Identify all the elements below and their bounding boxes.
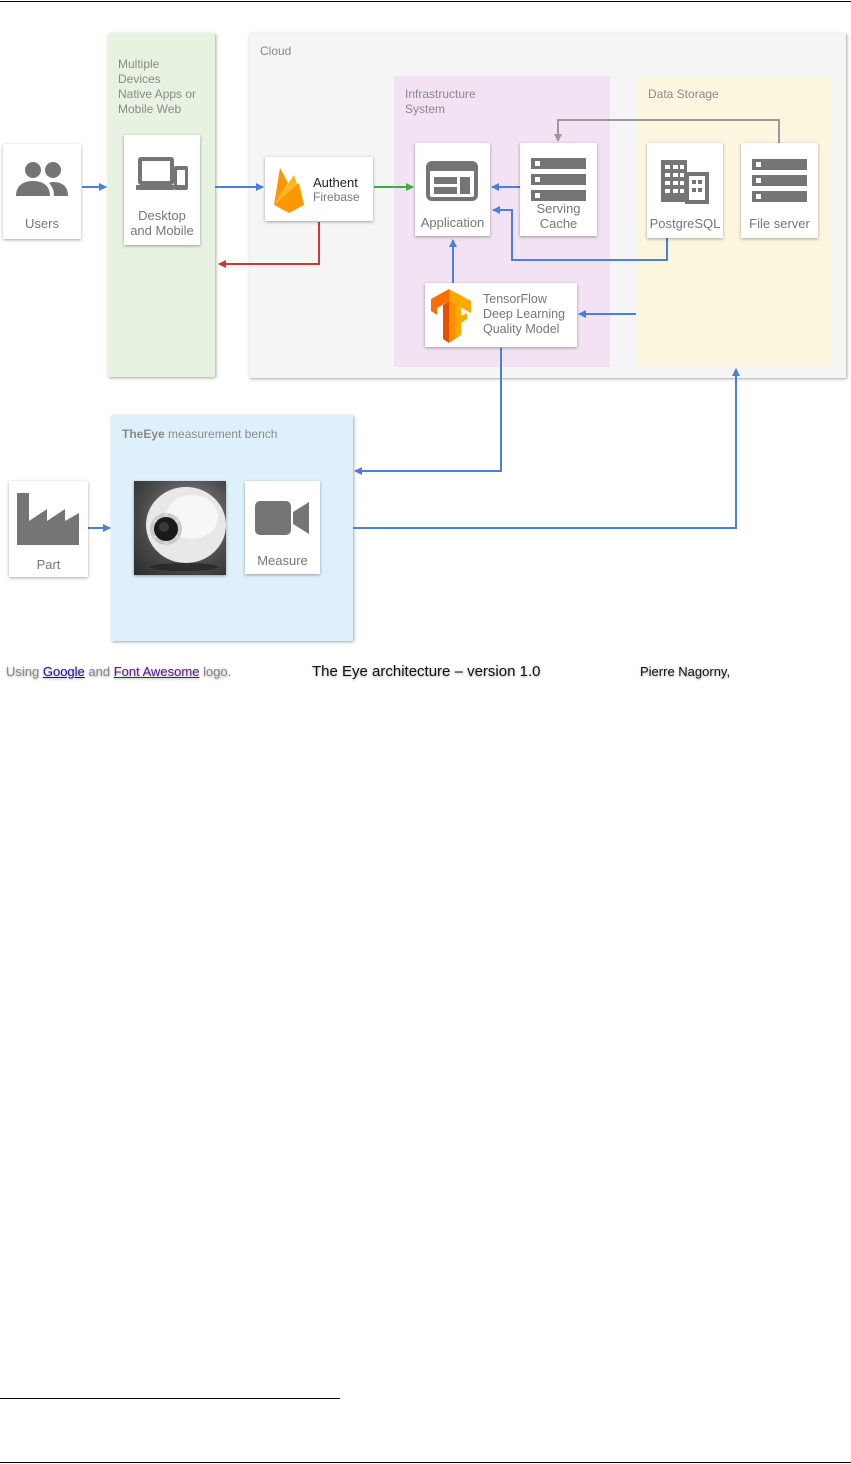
file-server-card[interactable]: File server bbox=[741, 143, 818, 238]
font-awesome-link[interactable]: Font Awesome bbox=[114, 664, 200, 679]
tensorflow-label: TensorFlow Deep Learning Quality Model bbox=[483, 292, 566, 336]
file-server-label: File server bbox=[749, 216, 810, 231]
measure-label: Measure bbox=[257, 553, 308, 568]
factory-icon bbox=[17, 493, 79, 545]
google-link[interactable]: Google bbox=[43, 664, 85, 679]
part-label: Part bbox=[36, 557, 61, 572]
auth-subtitle: Firebase bbox=[313, 190, 360, 204]
auth-firebase-card[interactable]: Authent Firebase bbox=[265, 157, 373, 221]
users-card[interactable]: Users bbox=[3, 144, 81, 239]
firebase-icon bbox=[274, 168, 304, 213]
application-card[interactable]: Application bbox=[415, 143, 490, 236]
server-icon bbox=[752, 159, 807, 202]
bottom-rule bbox=[0, 1462, 851, 1463]
arrow-tensorflow-to-bench bbox=[354, 348, 502, 475]
diagram-caption: The Eye architecture – version 1.0 bbox=[312, 663, 541, 680]
theeye-device-icon bbox=[146, 487, 226, 571]
desktop-mobile-card[interactable]: Desktop and Mobile bbox=[124, 135, 200, 245]
author-text: Pierre Nagorny, bbox=[640, 664, 731, 679]
application-label: Application bbox=[420, 215, 485, 230]
tensorflow-card[interactable]: TensorFlow Deep Learning Quality Model bbox=[425, 283, 577, 347]
postgresql-card[interactable]: PostgreSQL bbox=[647, 143, 723, 238]
measure-card[interactable]: Measure bbox=[245, 481, 320, 574]
desktop-mobile-label: Desktop and Mobile bbox=[130, 208, 194, 238]
auth-title: Authent bbox=[313, 175, 358, 190]
postgresql-label: PostgreSQL bbox=[649, 216, 721, 231]
theeye-device-photo bbox=[134, 481, 226, 575]
arrow-bench-to-storage bbox=[353, 368, 740, 529]
footnote-rule bbox=[0, 1398, 340, 1399]
users-icon bbox=[16, 162, 68, 196]
serving-cache-label: Serving Cache bbox=[536, 201, 581, 231]
camera-icon bbox=[255, 501, 309, 535]
users-label: Users bbox=[25, 216, 59, 231]
tensorflow-icon bbox=[431, 289, 471, 343]
serving-cache-card[interactable]: Serving Cache bbox=[520, 143, 597, 236]
credits-and: and bbox=[84, 664, 114, 679]
credits-using: Using bbox=[6, 664, 43, 679]
application-icon bbox=[426, 161, 478, 201]
server-icon bbox=[531, 158, 586, 201]
arrow-fileserver-to-cache bbox=[554, 119, 780, 143]
arrow-auth-back-to-devices bbox=[218, 222, 320, 268]
credits-logo: logo. bbox=[199, 664, 232, 679]
connector-arrows bbox=[82, 119, 780, 532]
devices-icon bbox=[136, 157, 188, 190]
part-card[interactable]: Part bbox=[9, 481, 88, 577]
building-icon bbox=[661, 160, 709, 204]
credits-text: Using Google and Font Awesome logo. bbox=[6, 664, 231, 679]
